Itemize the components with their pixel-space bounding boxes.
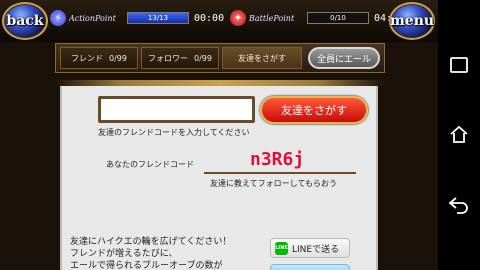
tab-find-friends-label: 友達をさがす (238, 53, 286, 63)
action-point-value: 13/13 (147, 14, 169, 22)
recent-apps-icon[interactable] (448, 54, 470, 76)
code-underline (204, 172, 356, 174)
find-friend-panel: 友達をさがす 友達のフレンドコードを入力してください あなたのフレンドコード n… (60, 86, 378, 270)
menu-button[interactable]: menu (389, 2, 435, 40)
back-button-label: back (6, 13, 44, 29)
friend-code-hint: 友達のフレンドコードを入力してください (98, 128, 250, 137)
send-via-line-button[interactable]: LINE LINEで送る (270, 238, 350, 258)
menu-button-label: menu (389, 13, 435, 29)
invite-line: エールで得られるブルーオーブの数が (70, 261, 223, 270)
your-code-value: n3R6j (250, 149, 305, 170)
action-point-stat: ⚡ ActionPoint 13/13 00:00 (50, 9, 224, 27)
android-nav-bar (438, 0, 480, 270)
action-point-timer: 00:00 (194, 12, 225, 24)
app-screen: back ⚡ ActionPoint 13/13 00:00 ✦ BattleP… (0, 0, 480, 270)
tab-find-friends[interactable]: 友達をさがす (222, 47, 302, 69)
yell-all-button[interactable]: 全員にエール (308, 47, 380, 69)
search-friend-button[interactable]: 友達をさがす (260, 96, 368, 124)
battle-point-bar: 0/10 (307, 12, 369, 24)
battle-point-stat: ✦ BattlePoint 0/10 04:36 (230, 9, 404, 27)
action-point-bar: 13/13 (127, 12, 189, 24)
invite-message: 友達にハイクエの輪を広げてください！ フレンドが増えるたびに、 エールで得られる… (70, 236, 256, 270)
tab-followers-count: 0/99 (194, 53, 212, 63)
action-point-icon: ⚡ (50, 10, 66, 26)
invite-line: フレンドが増えるたびに、 (70, 249, 178, 259)
back-arrow-icon[interactable] (448, 194, 470, 216)
friend-code-input[interactable] (98, 96, 255, 123)
tab-friends-count: 0/99 (109, 53, 127, 63)
action-point-label: ActionPoint (69, 13, 116, 23)
line-icon: LINE (275, 241, 288, 255)
send-via-line-label: LINEで送る (292, 244, 340, 255)
tab-friends[interactable]: フレンド 0/99 (60, 47, 138, 69)
share-twitter-button[interactable] (270, 264, 350, 270)
invite-line: 友達にハイクエの輪を広げてください！ (70, 237, 232, 247)
back-button[interactable]: back (2, 2, 48, 40)
battle-point-label: BattlePoint (249, 13, 295, 23)
battle-point-icon: ✦ (230, 10, 246, 26)
tab-followers[interactable]: フォロワー 0/99 (141, 47, 219, 69)
top-status-bar: back ⚡ ActionPoint 13/13 00:00 ✦ BattleP… (0, 0, 438, 42)
battle-point-value: 0/10 (330, 14, 346, 22)
friend-tab-bar: フレンド 0/99 フォロワー 0/99 友達をさがす 全員にエール (55, 43, 385, 73)
your-code-label: あなたのフレンドコード (106, 160, 194, 169)
share-code-hint: 友達に教えてフォローしてもらおう (210, 179, 337, 188)
tab-friends-label: フレンド (71, 53, 104, 63)
game-view: back ⚡ ActionPoint 13/13 00:00 ✦ BattleP… (0, 0, 438, 270)
home-icon[interactable] (448, 124, 470, 146)
tab-followers-label: フォロワー (148, 53, 189, 63)
